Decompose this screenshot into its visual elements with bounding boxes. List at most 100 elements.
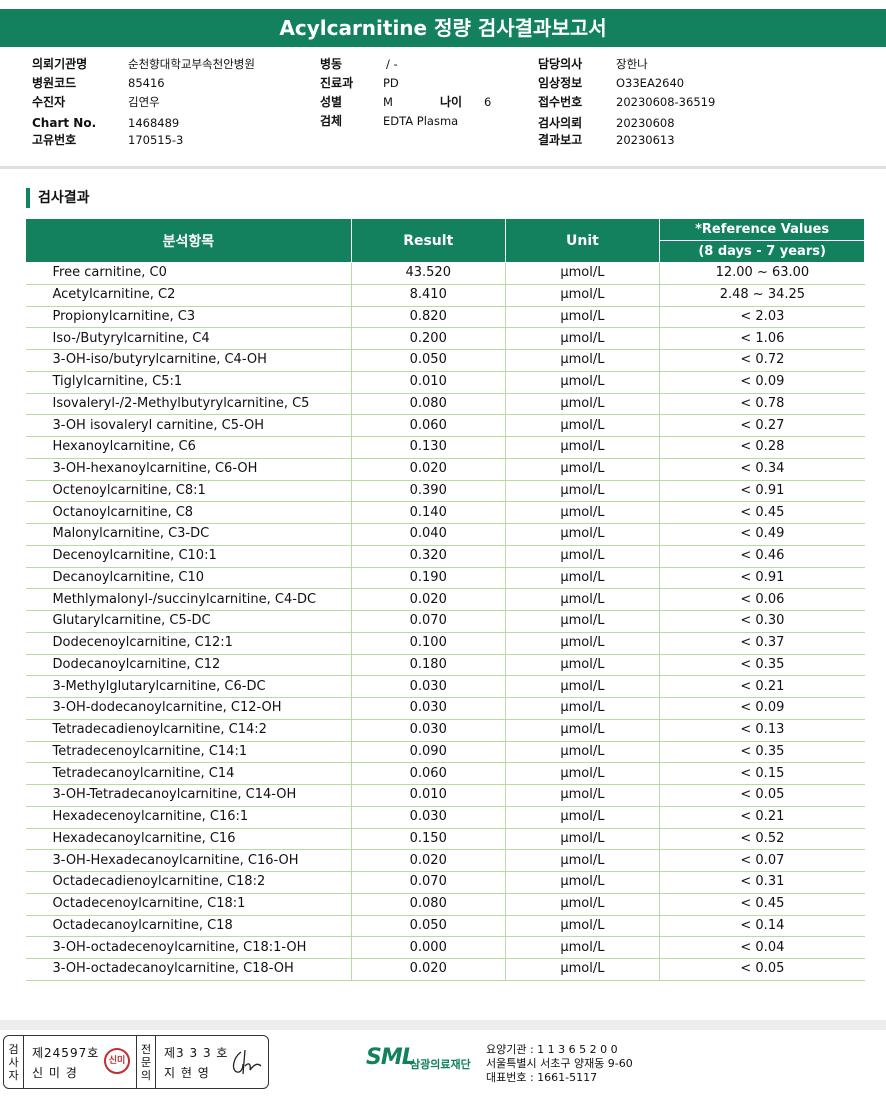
row-result: 0.320 bbox=[350, 545, 506, 568]
row-result: 43.520 bbox=[350, 262, 506, 285]
row-reference: < 1.06 bbox=[659, 327, 865, 350]
value-requesting-institution: 순천향대학교부속천안병원 bbox=[128, 57, 255, 71]
label-report-date: 결과보고 bbox=[538, 133, 583, 147]
table-row: Hexadecanoylcarnitine, C16 0.150 μmol/L < 0… bbox=[25, 828, 865, 851]
row-result: 0.020 bbox=[350, 588, 506, 611]
row-reference: < 0.49 bbox=[659, 523, 865, 546]
row-unit: μmol/L bbox=[504, 414, 660, 437]
row-item-name: Tiglylcarnitine, C5:1 bbox=[25, 371, 352, 394]
row-unit: μmol/L bbox=[504, 762, 660, 785]
row-item-name: Tetradecadienoylcarnitine, C14:2 bbox=[25, 719, 352, 742]
label-request-date: 검사의뢰 bbox=[538, 116, 583, 130]
table-row: 3-OH-octadecanoylcarnitine, C18-OH 0.020 μ… bbox=[25, 958, 865, 981]
row-reference: < 0.28 bbox=[659, 436, 865, 459]
label-ward: 병동 bbox=[320, 57, 343, 71]
row-reference: < 0.30 bbox=[659, 610, 865, 633]
row-item-name: Malonylcarnitine, C3-DC bbox=[25, 523, 352, 546]
row-reference: < 0.45 bbox=[659, 893, 865, 916]
value-physician: 장한나 bbox=[616, 57, 648, 71]
header-result: Result bbox=[350, 218, 506, 263]
row-result: 0.050 bbox=[350, 915, 506, 938]
row-reference: < 0.91 bbox=[659, 567, 865, 590]
row-unit: μmol/L bbox=[504, 675, 660, 698]
label-unique-id: 고유번호 bbox=[32, 133, 77, 147]
row-item-name: Octenoylcarnitine, C8:1 bbox=[25, 480, 352, 503]
row-unit: μmol/L bbox=[504, 458, 660, 481]
table-row: Isovaleryl-/2-Methylbutyrylcarnitine, C5… bbox=[25, 393, 865, 416]
table-row: Dodecanoylcarnitine, C12 0.180 μmol/L < 0.3… bbox=[25, 654, 865, 677]
table-row: Dodecenoylcarnitine, C12:1 0.100 μmol/L < 0… bbox=[25, 632, 865, 655]
value-ward: / - bbox=[386, 57, 398, 71]
label-hospital-code: 병원코드 bbox=[32, 76, 77, 90]
row-unit: μmol/L bbox=[504, 806, 660, 829]
row-item-name: Hexadecenoylcarnitine, C16:1 bbox=[25, 806, 352, 829]
specialist-vertical-label: 전문의 bbox=[136, 1036, 156, 1088]
row-item-name: Octanoylcarnitine, C8 bbox=[25, 501, 352, 524]
row-item-name: Dodecenoylcarnitine, C12:1 bbox=[25, 632, 352, 655]
row-reference: < 0.05 bbox=[659, 958, 865, 981]
row-result: 0.030 bbox=[350, 675, 506, 698]
row-unit: μmol/L bbox=[504, 893, 660, 916]
table-row: Hexanoylcarnitine, C6 0.130 μmol/L < 0.28 bbox=[25, 436, 865, 459]
tester-vertical-label: 검사자 bbox=[4, 1036, 24, 1088]
row-unit: μmol/L bbox=[504, 719, 660, 742]
row-reference: < 0.27 bbox=[659, 414, 865, 437]
row-reference: < 0.52 bbox=[659, 828, 865, 851]
table-row: 3-OH-hexanoylcarnitine, C6-OH 0.020 μmol/L… bbox=[25, 458, 865, 481]
row-result: 0.010 bbox=[350, 784, 506, 807]
row-reference: < 0.46 bbox=[659, 545, 865, 568]
value-chart-no: 1468489 bbox=[128, 116, 180, 130]
row-result: 0.390 bbox=[350, 480, 506, 503]
row-reference: < 0.45 bbox=[659, 501, 865, 524]
value-specimen: EDTA Plasma bbox=[383, 114, 459, 128]
label-age: 나이 bbox=[440, 95, 463, 109]
row-item-name: Acetylcarnitine, C2 bbox=[25, 284, 352, 307]
row-unit: μmol/L bbox=[504, 871, 660, 894]
row-item-name: Octadecanoylcarnitine, C18 bbox=[25, 915, 352, 938]
row-unit: μmol/L bbox=[504, 567, 660, 590]
row-result: 0.030 bbox=[350, 697, 506, 720]
row-item-name: Octadecadienoylcarnitine, C18:2 bbox=[25, 871, 352, 894]
row-item-name: 3-OH-hexanoylcarnitine, C6-OH bbox=[25, 458, 352, 481]
label-specimen: 검체 bbox=[320, 114, 343, 128]
row-item-name: Dodecanoylcarnitine, C12 bbox=[25, 654, 352, 677]
org-line-phone: 대표번호 : 1661-5117 bbox=[486, 1071, 598, 1084]
row-reference: < 0.09 bbox=[659, 697, 865, 720]
row-unit: μmol/L bbox=[504, 936, 660, 959]
header-reference: *Reference Values bbox=[659, 218, 865, 241]
row-result: 0.030 bbox=[350, 806, 506, 829]
table-row: Iso-/Butyrylcarnitine, C4 0.200 μmol/L < 1.… bbox=[25, 327, 865, 350]
table-row: Tetradecenoylcarnitine, C14:1 0.090 μmol/L… bbox=[25, 741, 865, 764]
row-unit: μmol/L bbox=[504, 523, 660, 546]
row-unit: μmol/L bbox=[504, 849, 660, 872]
table-row: 3-OH isovaleryl carnitine, C5-OH 0.060 μmo… bbox=[25, 414, 865, 437]
row-unit: μmol/L bbox=[504, 588, 660, 611]
row-reference: < 0.06 bbox=[659, 588, 865, 611]
table-row: Octadecadienoylcarnitine, C18:2 0.070 μmol… bbox=[25, 871, 865, 894]
label-requesting-institution: 의뢰기관명 bbox=[32, 57, 88, 71]
table-row: Glutarylcarnitine, C5-DC 0.070 μmol/L < 0.3… bbox=[25, 610, 865, 633]
row-unit: μmol/L bbox=[504, 501, 660, 524]
tester-seal: 신미 bbox=[104, 1048, 130, 1074]
table-row: Tetradecadienoylcarnitine, C14:2 0.030 μmo… bbox=[25, 719, 865, 742]
row-result: 0.070 bbox=[350, 871, 506, 894]
row-reference: < 0.35 bbox=[659, 741, 865, 764]
report-title: Acylcarnitine 정량 검사결과보고서 bbox=[0, 9, 886, 47]
value-report-date: 20230613 bbox=[616, 133, 675, 147]
table-row: Decanoylcarnitine, C10 0.190 μmol/L < 0.91 bbox=[25, 567, 865, 590]
results-body: Free carnitine, C0 43.520 μmol/L 12.00 ~ 63… bbox=[25, 262, 865, 981]
table-row: 3-OH-dodecanoylcarnitine, C12-OH 0.030 μmo… bbox=[25, 697, 865, 720]
row-item-name: Tetradecanoylcarnitine, C14 bbox=[25, 762, 352, 785]
header-reference-range: (8 days - 7 years) bbox=[659, 240, 865, 263]
row-unit: μmol/L bbox=[504, 393, 660, 416]
label-department: 진료과 bbox=[320, 76, 354, 90]
specialist-signature bbox=[232, 1049, 262, 1075]
label-patient: 수진자 bbox=[32, 95, 66, 109]
table-row: Octadecenoylcarnitine, C18:1 0.080 μmol/L <… bbox=[25, 893, 865, 916]
table-row: Tiglylcarnitine, C5:1 0.010 μmol/L < 0.09 bbox=[25, 371, 865, 394]
row-reference: < 0.04 bbox=[659, 936, 865, 959]
row-result: 0.190 bbox=[350, 567, 506, 590]
value-receipt-no: 20230608-36519 bbox=[616, 95, 716, 109]
row-reference: < 0.13 bbox=[659, 719, 865, 742]
row-reference: < 2.03 bbox=[659, 306, 865, 329]
